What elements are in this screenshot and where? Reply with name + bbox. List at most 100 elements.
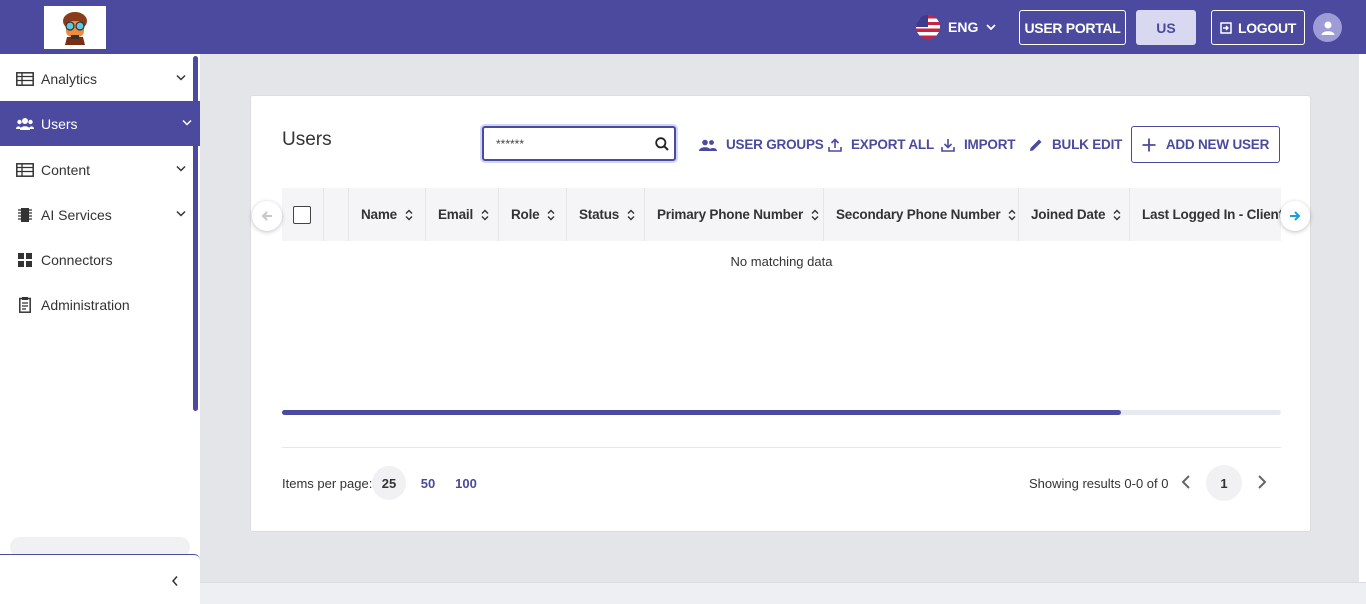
chevron-left-icon[interactable] [171, 575, 179, 587]
sidebar-item-label: Content [41, 161, 91, 178]
next-page-icon[interactable] [1256, 472, 1268, 492]
sidebar-item-analytics[interactable]: Analytics [0, 56, 194, 101]
column-header-secondary-phone[interactable]: Secondary Phone Number [824, 188, 1019, 241]
column-header-joined-date[interactable]: Joined Date [1019, 188, 1130, 241]
column-header-label: Joined Date [1031, 207, 1106, 222]
page-scrollbar-track[interactable] [1359, 54, 1366, 582]
sidebar-item-users[interactable]: Users [0, 101, 200, 146]
footer [200, 582, 1366, 604]
sidebar-item-content[interactable]: Content [0, 147, 194, 192]
add-new-user-button[interactable]: ADD NEW USER [1131, 126, 1280, 163]
import-label: IMPORT [964, 137, 1016, 152]
scroll-right-button[interactable] [1280, 201, 1310, 231]
chip-icon [16, 207, 34, 223]
scroll-left-button[interactable] [252, 201, 282, 231]
sidebar-scrollbar[interactable] [193, 56, 198, 411]
sidebar-collapse-bar[interactable] [0, 554, 200, 604]
select-all-checkbox[interactable] [293, 205, 311, 224]
items-per-page-100[interactable]: 100 [449, 466, 483, 500]
sort-icon [481, 209, 489, 220]
chevron-down-icon [176, 210, 186, 217]
column-header-last-logged-in[interactable]: Last Logged In - Client [1130, 188, 1281, 241]
column-header-label: Last Logged In - Client [1142, 207, 1281, 222]
column-header-status[interactable]: Status [567, 188, 645, 241]
scrollbar-thumb[interactable] [282, 410, 1122, 415]
grid-icon [16, 252, 34, 268]
chevron-down-icon [176, 165, 186, 172]
add-new-user-label: ADD NEW USER [1165, 137, 1270, 152]
column-header-label: Secondary Phone Number [836, 207, 1001, 222]
column-header-label: Primary Phone Number [657, 207, 804, 222]
search-input[interactable]: ****** [482, 126, 676, 161]
empty-table-message: No matching data [730, 254, 833, 269]
column-header-label: Status [579, 207, 620, 222]
column-header-name[interactable]: Name [349, 188, 426, 241]
clipboard-icon [16, 296, 34, 313]
arrow-left-icon [261, 211, 272, 221]
sidebar: Analytics Users Content AI Services Conn… [0, 54, 200, 604]
column-header-label: Role [511, 207, 540, 222]
column-header-role[interactable]: Role [499, 188, 567, 241]
user-avatar[interactable] [1313, 13, 1342, 42]
chevron-down-icon [182, 119, 192, 126]
select-all-cell [282, 188, 324, 241]
page-title: Users [282, 129, 332, 150]
items-per-page-25[interactable]: 25 [372, 466, 406, 500]
search-icon[interactable] [655, 137, 669, 151]
divider [282, 447, 1281, 448]
sidebar-item-label: Connectors [41, 251, 113, 268]
sidebar-item-label: Administration [41, 296, 130, 313]
users-icon [16, 116, 34, 132]
bulk-edit-button[interactable]: BULK EDIT [1029, 137, 1122, 152]
sort-icon [1113, 209, 1121, 220]
app-logo[interactable] [44, 6, 106, 49]
download-icon [941, 138, 955, 152]
items-per-page-50[interactable]: 50 [411, 466, 445, 500]
sort-icon [1008, 209, 1016, 220]
sort-icon [627, 209, 635, 220]
sidebar-item-label: Users [41, 115, 78, 132]
chevron-down-icon [986, 24, 996, 31]
import-button[interactable]: IMPORT [941, 137, 1016, 152]
column-header-email[interactable]: Email [426, 188, 499, 241]
user-portal-button[interactable]: USER PORTAL [1019, 10, 1126, 45]
users-icon [699, 139, 717, 151]
current-page-button[interactable]: 1 [1206, 465, 1242, 501]
person-icon [1321, 21, 1334, 35]
search-value: ****** [496, 136, 525, 151]
upload-icon [828, 137, 842, 152]
logout-icon [1220, 21, 1232, 34]
logout-button[interactable]: LOGOUT [1211, 10, 1305, 45]
sort-icon [547, 209, 555, 220]
chevron-down-icon [176, 74, 186, 81]
table-header: Name Email Role Status Primary Phone Num… [282, 188, 1281, 241]
items-per-page-label: Items per page: [282, 476, 373, 491]
column-spacer [324, 188, 349, 241]
us-flag-icon [916, 15, 940, 39]
user-groups-label: USER GROUPS [726, 137, 824, 152]
user-groups-button[interactable]: USER GROUPS [699, 137, 824, 152]
region-button[interactable]: US [1136, 10, 1196, 45]
table-icon [16, 162, 34, 178]
export-all-label: EXPORT ALL [851, 137, 935, 152]
sidebar-item-label: AI Services [41, 206, 112, 223]
sort-icon [405, 209, 413, 220]
prev-page-icon[interactable] [1180, 472, 1192, 492]
language-selector[interactable]: ENG [916, 14, 996, 40]
export-all-button[interactable]: EXPORT ALL [828, 137, 934, 152]
top-bar: ENG USER PORTAL US LOGOUT [0, 0, 1366, 54]
pencil-icon [1030, 139, 1042, 151]
sort-icon [811, 209, 819, 220]
table-horizontal-scrollbar[interactable] [282, 410, 1281, 415]
sidebar-item-administration[interactable]: Administration [0, 282, 194, 327]
plus-icon [1142, 138, 1156, 151]
column-header-label: Email [438, 207, 474, 222]
arrow-right-icon [1290, 211, 1301, 221]
table-icon [16, 71, 34, 87]
column-header-primary-phone[interactable]: Primary Phone Number [645, 188, 824, 241]
sidebar-item-ai-services[interactable]: AI Services [0, 192, 194, 237]
users-card: Users ****** USER GROUPS EXPORT ALL IMPO… [250, 95, 1311, 532]
sidebar-item-label: Analytics [41, 70, 98, 87]
sidebar-item-connectors[interactable]: Connectors [0, 237, 194, 282]
bulk-edit-label: BULK EDIT [1052, 137, 1123, 152]
